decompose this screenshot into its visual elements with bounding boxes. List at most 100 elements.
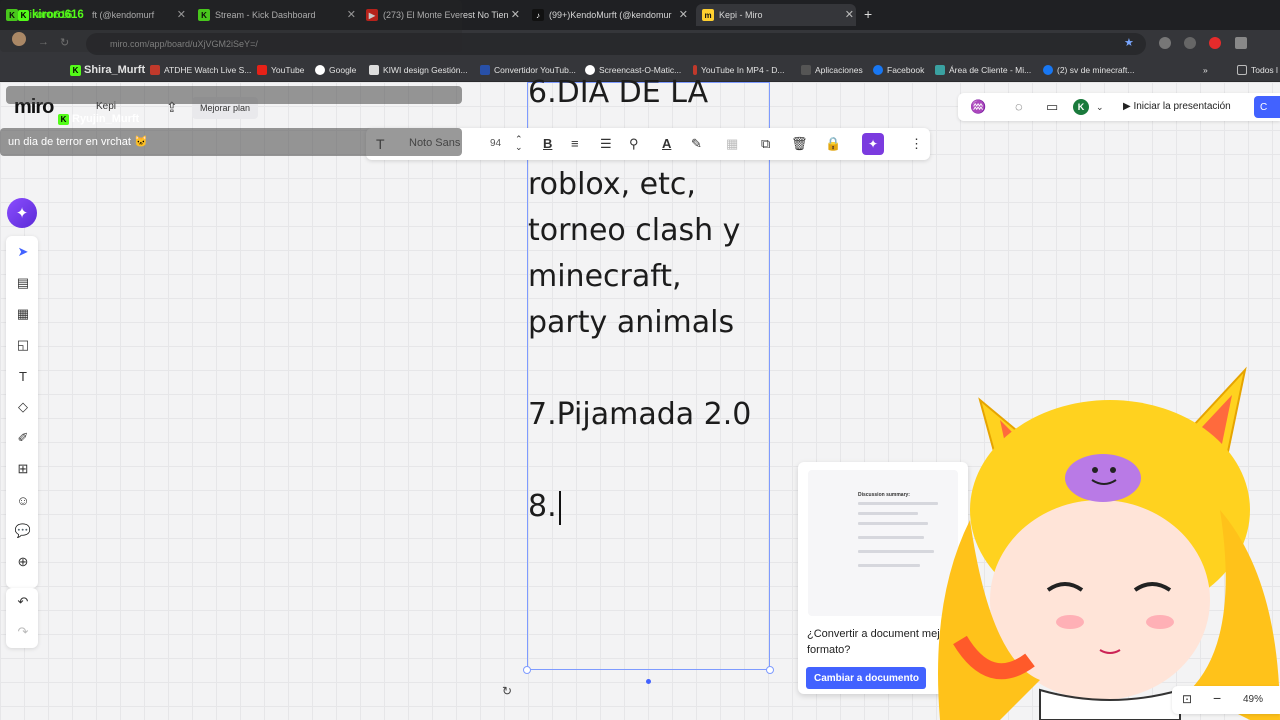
client-area-icon [935, 65, 945, 75]
resize-handle[interactable] [523, 666, 531, 674]
stream-overlay-top [0, 0, 462, 52]
redo-icon[interactable]: ↷ [14, 623, 32, 641]
text-line: 7.Pijamada 2.0 [528, 397, 752, 432]
start-presentation-button[interactable]: ▶ Iniciar la presentación [1123, 101, 1231, 112]
streamer-label: kiroro616 [32, 9, 84, 21]
bold-icon[interactable]: B [543, 136, 552, 151]
bookmark-label: Shira_Murft [84, 64, 146, 76]
text-line-number: 8. [528, 489, 557, 524]
ai-assist-button[interactable]: ✦ [862, 133, 884, 155]
bookmark-label: Todos l [1251, 65, 1278, 75]
bookmark-item[interactable]: K Shira_Murft [70, 62, 145, 78]
comment-icon[interactable]: 💬 [14, 522, 32, 540]
text-line: party animals [528, 305, 735, 340]
bookmark-item[interactable]: YouTube [257, 62, 304, 78]
more-options-icon[interactable]: ⋮ [910, 136, 923, 152]
shapes-icon[interactable]: ◇ [14, 398, 32, 416]
youtube-icon [257, 65, 267, 75]
lock-icon[interactable]: 🔒 [825, 136, 841, 152]
close-icon[interactable]: ✕ [511, 8, 520, 21]
close-icon[interactable]: ✕ [679, 8, 688, 21]
bookmark-item[interactable]: Google [315, 62, 356, 78]
align-left-icon[interactable]: ≡ [571, 136, 579, 151]
text-line: torneo clash y [528, 213, 741, 248]
bookmark-item[interactable]: Todos l [1237, 62, 1278, 78]
collab-toolbar [958, 93, 1280, 121]
extension-icon[interactable] [1184, 37, 1196, 49]
stream-overlay-bar [6, 86, 462, 104]
text-tool-icon[interactable]: T [14, 367, 32, 385]
converter-icon [480, 65, 490, 75]
convert-document-button[interactable]: Cambiar a documento [806, 667, 926, 689]
add-more-icon[interactable]: ⊕ [14, 553, 32, 571]
facebook-icon [1043, 65, 1053, 75]
resize-handle[interactable] [766, 666, 774, 674]
chat-text: un dia de terror en vrchat [8, 136, 131, 148]
font-size-input[interactable]: 94 [490, 138, 501, 149]
rotate-icon[interactable]: ↻ [502, 684, 512, 698]
text-color-icon[interactable]: A [662, 136, 671, 151]
font-size-stepper-icon[interactable]: ⌃ ⌄ [515, 135, 523, 152]
chevron-down-icon[interactable]: ⌄ [1096, 102, 1104, 113]
link-icon[interactable]: ⚲ [629, 136, 639, 152]
tab-tiktok[interactable]: ♪ (99+)KendoMurft (@kendomur ✕ [532, 4, 690, 26]
bookmark-item[interactable]: KIWI design Gestión... [369, 62, 468, 78]
bookmark-label: ATDHE Watch Live S... [164, 65, 252, 75]
extension-icon[interactable] [1209, 37, 1221, 49]
kick-icon: K [18, 10, 29, 21]
reactions-icon[interactable]: ♒ [970, 99, 986, 115]
text-line: roblox, etc, [528, 167, 696, 202]
bookmark-item[interactable]: Facebook [873, 62, 924, 78]
tab-label: (99+)KendoMurft (@kendomur [549, 10, 672, 20]
extension-icon[interactable] [1159, 37, 1171, 49]
bullet-list-icon[interactable]: ☰ [600, 136, 612, 152]
bookmark-item[interactable]: (2) sv de minecraft... [1043, 62, 1134, 78]
preview-line [858, 564, 920, 567]
preview-line [858, 536, 924, 539]
puzzle-icon[interactable] [1235, 37, 1247, 49]
text-line-editing[interactable]: 8. [528, 484, 561, 530]
table-icon[interactable]: ▦ [14, 305, 32, 323]
text-line: 6.DIA DE LA [528, 75, 709, 110]
text-line: minecraft, [528, 259, 682, 294]
bookmark-item[interactable]: Aplicaciones [801, 62, 863, 78]
bookmark-item[interactable]: Área de Cliente - Mi... [935, 62, 1031, 78]
select-cursor-icon[interactable]: ➤ [14, 243, 32, 261]
highlight-icon[interactable]: ✎ [691, 136, 702, 152]
fit-screen-icon[interactable]: ⊡ [1182, 692, 1192, 706]
preview-line [858, 522, 928, 525]
kiwi-icon [369, 65, 379, 75]
bookmark-item[interactable]: ATDHE Watch Live S... [150, 62, 251, 78]
duplicate-icon[interactable]: ⧉ [761, 136, 770, 152]
bookmark-star-icon[interactable]: ★ [1124, 36, 1134, 49]
emoji-icon[interactable]: ☺ [14, 491, 32, 509]
frame-icon[interactable]: ⊞ [14, 460, 32, 478]
share-button[interactable]: C [1254, 96, 1280, 118]
more-bookmarks-icon[interactable]: » [1203, 62, 1208, 78]
streamer-name: Kkiroro616 [18, 9, 84, 21]
bookmark-label: Área de Cliente - Mi... [949, 65, 1032, 75]
avatar[interactable]: K [1073, 99, 1089, 115]
pen-icon[interactable]: ✐ [14, 429, 32, 447]
close-icon[interactable]: ✕ [845, 8, 854, 21]
new-tab-button[interactable]: + [864, 6, 872, 22]
preview-heading: Discussion summary: [858, 492, 910, 498]
sticky-note-icon[interactable]: ◱ [14, 336, 32, 354]
connector-handle[interactable] [646, 679, 651, 684]
undo-icon[interactable]: ↶ [14, 593, 32, 611]
cat-emoji-icon: 🐱 [133, 136, 148, 148]
present-label: Iniciar la presentación [1133, 101, 1231, 112]
video-call-icon[interactable]: ▭ [1046, 99, 1058, 115]
tab-miro[interactable]: m Kepi - Miro ✕ [696, 4, 856, 26]
delete-icon[interactable]: 🗑 [791, 136, 808, 152]
viewer-label: Ryujin_Murft [72, 113, 140, 125]
templates-icon[interactable]: ▤ [14, 274, 32, 292]
zoom-level[interactable]: 49% [1243, 694, 1263, 705]
bookmark-label: YouTube In MP4 - D... [701, 65, 785, 75]
ai-sparkle-button[interactable]: ✦ [7, 198, 37, 228]
bookmark-label: YouTube [271, 65, 305, 75]
chat-icon[interactable]: ◌ [1015, 99, 1023, 114]
tiktok-icon: ♪ [532, 9, 544, 21]
zoom-out-icon[interactable]: − [1213, 690, 1221, 706]
fill-color-icon[interactable]: ▦ [726, 136, 738, 152]
